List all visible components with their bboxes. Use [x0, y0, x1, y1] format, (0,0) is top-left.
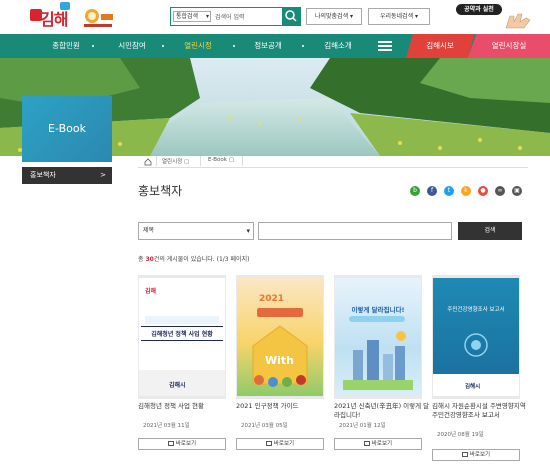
ebook-cover[interactable]: 2021 With — [236, 275, 324, 399]
blog-icon[interactable]: b — [410, 186, 420, 196]
ebook-date: 2021년 03월 11일 — [143, 423, 190, 429]
book-icon — [363, 441, 370, 446]
cover-title: 2021 — [259, 294, 285, 304]
ebook-title[interactable]: 2021 인구정책 가이드 — [236, 402, 332, 411]
breadcrumb-separator — [200, 156, 201, 166]
nav-separator — [302, 45, 304, 47]
menu-icon[interactable] — [378, 41, 392, 51]
emblem-icon — [464, 333, 488, 357]
breadcrumb-separator — [242, 156, 243, 166]
cover-title: 이렇게 달라집니다! — [351, 306, 405, 314]
cover-publisher: 김해시 — [169, 382, 186, 389]
nav-item-participation[interactable]: 시민참여 — [106, 34, 158, 58]
nav-item-civil[interactable]: 종합민원 — [40, 34, 92, 58]
book-icon — [461, 452, 468, 457]
ebook-date: 2020년 08월 19일 — [437, 432, 484, 438]
sidebar-item-promo-books[interactable]: 홍보책자 > — [22, 167, 112, 184]
tab-mayor-office[interactable]: 열린시장실 — [468, 34, 550, 58]
svg-text:With: With — [265, 354, 294, 367]
chevron-right-icon: > — [100, 171, 106, 179]
breadcrumb-item[interactable]: 열린시정 ▢ — [162, 157, 189, 165]
twitter-icon[interactable]: t — [444, 186, 454, 196]
cover-image: 김해 김해청년 정책 사업 현황 김해시 — [139, 278, 225, 396]
ebook-title[interactable]: 김해시 자원순환시설 주변영향지역 주민건강영향조사 보고서 — [432, 402, 528, 420]
ebook-cover[interactable]: 주민건강영향조사 보고서 김해시 — [432, 275, 520, 399]
view-button-label: 바로보기 — [175, 441, 197, 447]
tab-gimhae-news[interactable]: 김해시보 — [406, 34, 474, 58]
breadcrumb-item[interactable]: E-Book ▢ — [208, 157, 234, 163]
view-button[interactable]: 바로보기 — [138, 438, 226, 450]
result-count-number: 30 — [145, 256, 154, 263]
result-count: 총 30건의 게시물이 있습니다. (1/3 페이지) — [138, 254, 249, 263]
cover-image: 2021 With — [237, 278, 323, 396]
header-search: 통합검색 검색어 입력 — [170, 7, 300, 26]
city-illustration-icon — [343, 331, 413, 390]
search-field-select[interactable]: 제목 — [138, 222, 254, 240]
cover-image: 주민건강영향조사 보고서 김해시 — [433, 278, 519, 396]
cover-logo: 김해 — [145, 288, 157, 295]
ebook-title[interactable]: 김해청년 정책 사업 현황 — [138, 402, 234, 411]
cover-headline — [257, 308, 303, 317]
mascot-icon — [84, 9, 113, 27]
cover-publisher: 김해시 — [465, 384, 481, 390]
ebook-date: 2021년 01월 12일 — [339, 423, 386, 429]
nav-item-info-disclosure[interactable]: 정보공개 — [242, 34, 294, 58]
result-count-suffix: 건의 게시물이 있습니다. (1/3 페이지) — [153, 256, 250, 263]
cover-title: 주민건강영향조사 보고서 — [447, 307, 505, 313]
book-icon — [167, 441, 174, 446]
logo-badge-icon — [60, 2, 70, 10]
section-title: E-Book — [22, 96, 112, 162]
print-icon[interactable]: ▣ — [512, 186, 522, 196]
view-button[interactable]: 바로보기 — [334, 438, 422, 450]
my-search-dropdown[interactable]: 나의맞춤검색 ▾ — [306, 8, 362, 25]
page-title: 홍보책자 — [138, 184, 183, 198]
cover-image: 이렇게 달라집니다! — [335, 278, 421, 396]
people-illustration-icon: With — [252, 325, 308, 387]
nav-separator — [233, 45, 235, 47]
cover-band — [145, 316, 219, 324]
search-button[interactable] — [282, 7, 301, 26]
nav-item-open-admin[interactable]: 열린시정 — [172, 34, 224, 58]
search-icon — [285, 10, 297, 22]
hand-icon — [505, 13, 531, 29]
band-icon[interactable]: ● — [478, 186, 488, 196]
breadcrumb-label: E-Book — [208, 157, 227, 163]
breadcrumb: 열린시정 ▢ E-Book ▢ — [138, 156, 528, 168]
ebook-cover[interactable]: 이렇게 달라집니다! — [334, 275, 422, 399]
view-button[interactable]: 바로보기 — [236, 438, 324, 450]
breadcrumb-separator — [156, 156, 157, 166]
view-button-label: 바로보기 — [469, 452, 491, 458]
kakaostory-icon[interactable]: k — [461, 186, 471, 196]
nav-separator — [92, 45, 94, 47]
search-submit-button[interactable]: 검색 — [458, 222, 522, 240]
ebook-cover[interactable]: 김해 김해청년 정책 사업 현황 김해시 — [138, 275, 226, 399]
pledge-badge[interactable]: 공약과 실천 — [456, 4, 502, 15]
view-button-label: 바로보기 — [273, 441, 295, 447]
link-icon[interactable]: ∞ — [495, 186, 505, 196]
cover-subtitle-band — [349, 316, 405, 322]
facebook-icon[interactable]: f — [427, 186, 437, 196]
search-input[interactable]: 검색어 입력 — [215, 12, 245, 21]
view-button-label: 바로보기 — [371, 441, 393, 447]
local-search-dropdown[interactable]: 우리동네검색 ▾ — [368, 8, 430, 25]
home-icon[interactable] — [144, 158, 152, 166]
ebook-date: 2021년 03월 05일 — [241, 423, 288, 429]
cover-title: 김해청년 정책 사업 현황 — [141, 326, 223, 341]
search-scope-select[interactable]: 통합검색 — [173, 11, 211, 22]
ebook-title[interactable]: 2021년 신축년(辛丑年) 이렇게 달라집니다! — [334, 402, 430, 420]
nav-item-about[interactable]: 김해소개 — [312, 34, 364, 58]
book-icon — [265, 441, 272, 446]
breadcrumb-label: 열린시정 — [162, 159, 183, 165]
sidebar-item-label: 홍보책자 — [30, 171, 56, 179]
nav-separator — [162, 45, 164, 47]
search-keyword-input[interactable] — [258, 222, 452, 240]
view-button[interactable]: 바로보기 — [432, 449, 520, 461]
